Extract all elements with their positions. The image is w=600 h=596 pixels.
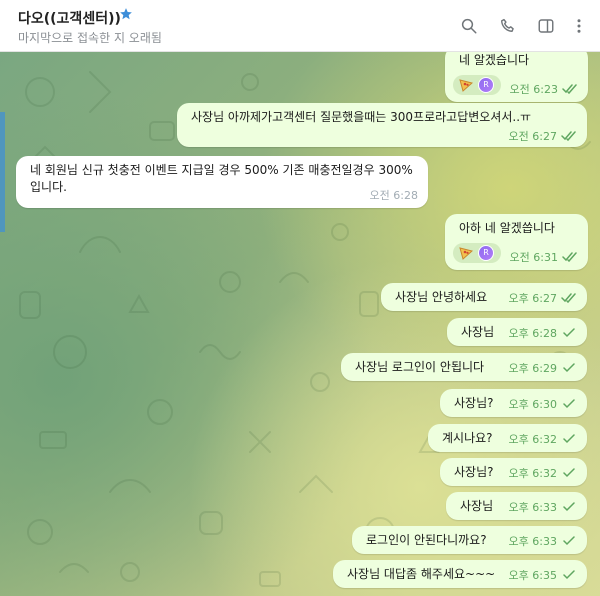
- message-bubble[interactable]: 사장님? 오후 6:32: [440, 458, 587, 486]
- message-meta: 오후 6:29: [509, 360, 577, 377]
- star-icon: [119, 6, 133, 20]
- message-text: 로그인이 안된다니까요?: [366, 533, 487, 547]
- message-time: 오후 6:29: [508, 362, 557, 375]
- message-meta: 오후 6:32: [509, 465, 577, 482]
- message-meta: 오후 6:28: [509, 325, 577, 342]
- message-text: 사장님: [461, 325, 495, 339]
- chat-area[interactable]: 네 알겠습니다 R 오전 6:23 사장님 아까제가고객센터 질문했을때는 30…: [0, 52, 600, 596]
- chat-title[interactable]: 다오((고객센터)): [18, 8, 121, 28]
- sent-checkmark-icon: [563, 502, 575, 512]
- message-meta: 오후 6:32: [509, 431, 577, 448]
- message-bubble[interactable]: 사장님 아까제가고객센터 질문했을때는 300프로라고답변오셔서..ㅠ 오전 6…: [177, 103, 587, 147]
- sidebar-icon[interactable]: [537, 17, 555, 35]
- pizza-emoji-icon: [459, 78, 474, 92]
- message-bubble[interactable]: 사장님 로그인이 안됩니다 오후 6:29: [341, 353, 587, 381]
- message-text: 사장님 안녕하세요: [395, 290, 488, 304]
- message-meta: 오후 6:30: [509, 396, 577, 413]
- message-time: 오전 6:23: [509, 83, 558, 96]
- message-meta: 오전 6:31: [510, 249, 578, 266]
- sent-checkmark-icon: [563, 328, 575, 338]
- reaction-avatar: R: [478, 245, 494, 261]
- message-time: 오전 6:27: [508, 130, 557, 143]
- message-meta: 오후 6:27: [509, 290, 577, 307]
- message-bubble[interactable]: 사장님 안녕하세요 오후 6:27: [381, 283, 587, 311]
- message-bubble[interactable]: 아하 네 알겠씁니다 R 오전 6:31: [445, 214, 588, 270]
- sent-checkmark-icon: [563, 536, 575, 546]
- message-meta: 오후 6:35: [509, 567, 577, 584]
- message-text: 계시나요?: [442, 431, 493, 445]
- message-bubble[interactable]: 사장님 대답좀 해주세요~~~ 오후 6:35: [333, 560, 587, 588]
- message-time: 오후 6:35: [508, 569, 557, 582]
- message-meta: 오전 6:23: [510, 81, 578, 98]
- message-text: 사장님?: [454, 465, 494, 479]
- chat-header: 다오((고객센터)) 마지막으로 접속한 지 오래됨: [0, 0, 600, 52]
- message-bubble[interactable]: 로그인이 안된다니까요? 오후 6:33: [352, 526, 587, 554]
- message-meta: 오전 6:27: [509, 128, 577, 145]
- message-time: 오후 6:32: [508, 433, 557, 446]
- read-checkmarks-icon: [562, 84, 577, 94]
- sent-checkmark-icon: [563, 399, 575, 409]
- message-bubble[interactable]: 네 알겠습니다 R 오전 6:23: [445, 52, 588, 102]
- message-time: 오후 6:32: [508, 467, 557, 480]
- message-text: 아하 네 알겠씁니다: [459, 221, 555, 235]
- message-bubble[interactable]: 사장님 오후 6:33: [446, 492, 587, 520]
- message-text: 사장님 아까제가고객센터 질문했을때는 300프로라고답변오셔서..ㅠ: [191, 110, 532, 124]
- message-bubble[interactable]: 계시나요? 오후 6:32: [428, 424, 587, 452]
- search-icon[interactable]: [460, 17, 478, 35]
- message-time: 오전 6:31: [509, 251, 558, 264]
- message-time: 오후 6:33: [508, 535, 557, 548]
- message-text: 사장님 로그인이 안됩니다: [355, 360, 485, 374]
- message-reaction[interactable]: R: [453, 243, 501, 263]
- pizza-emoji-icon: [459, 246, 474, 260]
- sent-checkmark-icon: [563, 363, 575, 373]
- more-icon[interactable]: [570, 17, 588, 35]
- left-edge-accent: [0, 112, 5, 232]
- sent-checkmark-icon: [563, 570, 575, 580]
- message-time: 오후 6:28: [508, 327, 557, 340]
- read-checkmarks-icon: [561, 131, 576, 141]
- phone-icon[interactable]: [499, 17, 517, 35]
- message-bubble[interactable]: 사장님 오후 6:28: [447, 318, 587, 346]
- message-time: 오후 6:33: [508, 501, 557, 514]
- message-reaction[interactable]: R: [453, 75, 501, 95]
- sent-checkmark-icon: [563, 434, 575, 444]
- message-time: 오후 6:30: [508, 398, 557, 411]
- message-time: 오전 6:28: [369, 189, 418, 202]
- message-text: 사장님: [460, 499, 494, 513]
- message-time: 오후 6:27: [508, 292, 557, 305]
- message-text: 네 회원님 신규 첫충전 이벤트 지급일 경우 500% 기존 매충전일경우 3…: [30, 163, 413, 194]
- chat-status: 마지막으로 접속한 지 오래됨: [18, 31, 162, 45]
- read-checkmarks-icon: [562, 252, 577, 262]
- message-text: 네 알겠습니다: [459, 53, 530, 67]
- sent-checkmark-icon: [563, 468, 575, 478]
- message-meta: 오후 6:33: [509, 499, 577, 516]
- message-text: 사장님 대답좀 해주세요~~~: [347, 567, 496, 581]
- message-bubble[interactable]: 사장님? 오후 6:30: [440, 389, 587, 417]
- message-bubble[interactable]: 네 회원님 신규 첫충전 이벤트 지급일 경우 500% 기존 매충전일경우 3…: [16, 156, 428, 208]
- message-text: 사장님?: [454, 396, 494, 410]
- read-checkmarks-icon: [561, 293, 576, 303]
- message-meta: 오후 6:33: [509, 533, 577, 550]
- reaction-avatar: R: [478, 77, 494, 93]
